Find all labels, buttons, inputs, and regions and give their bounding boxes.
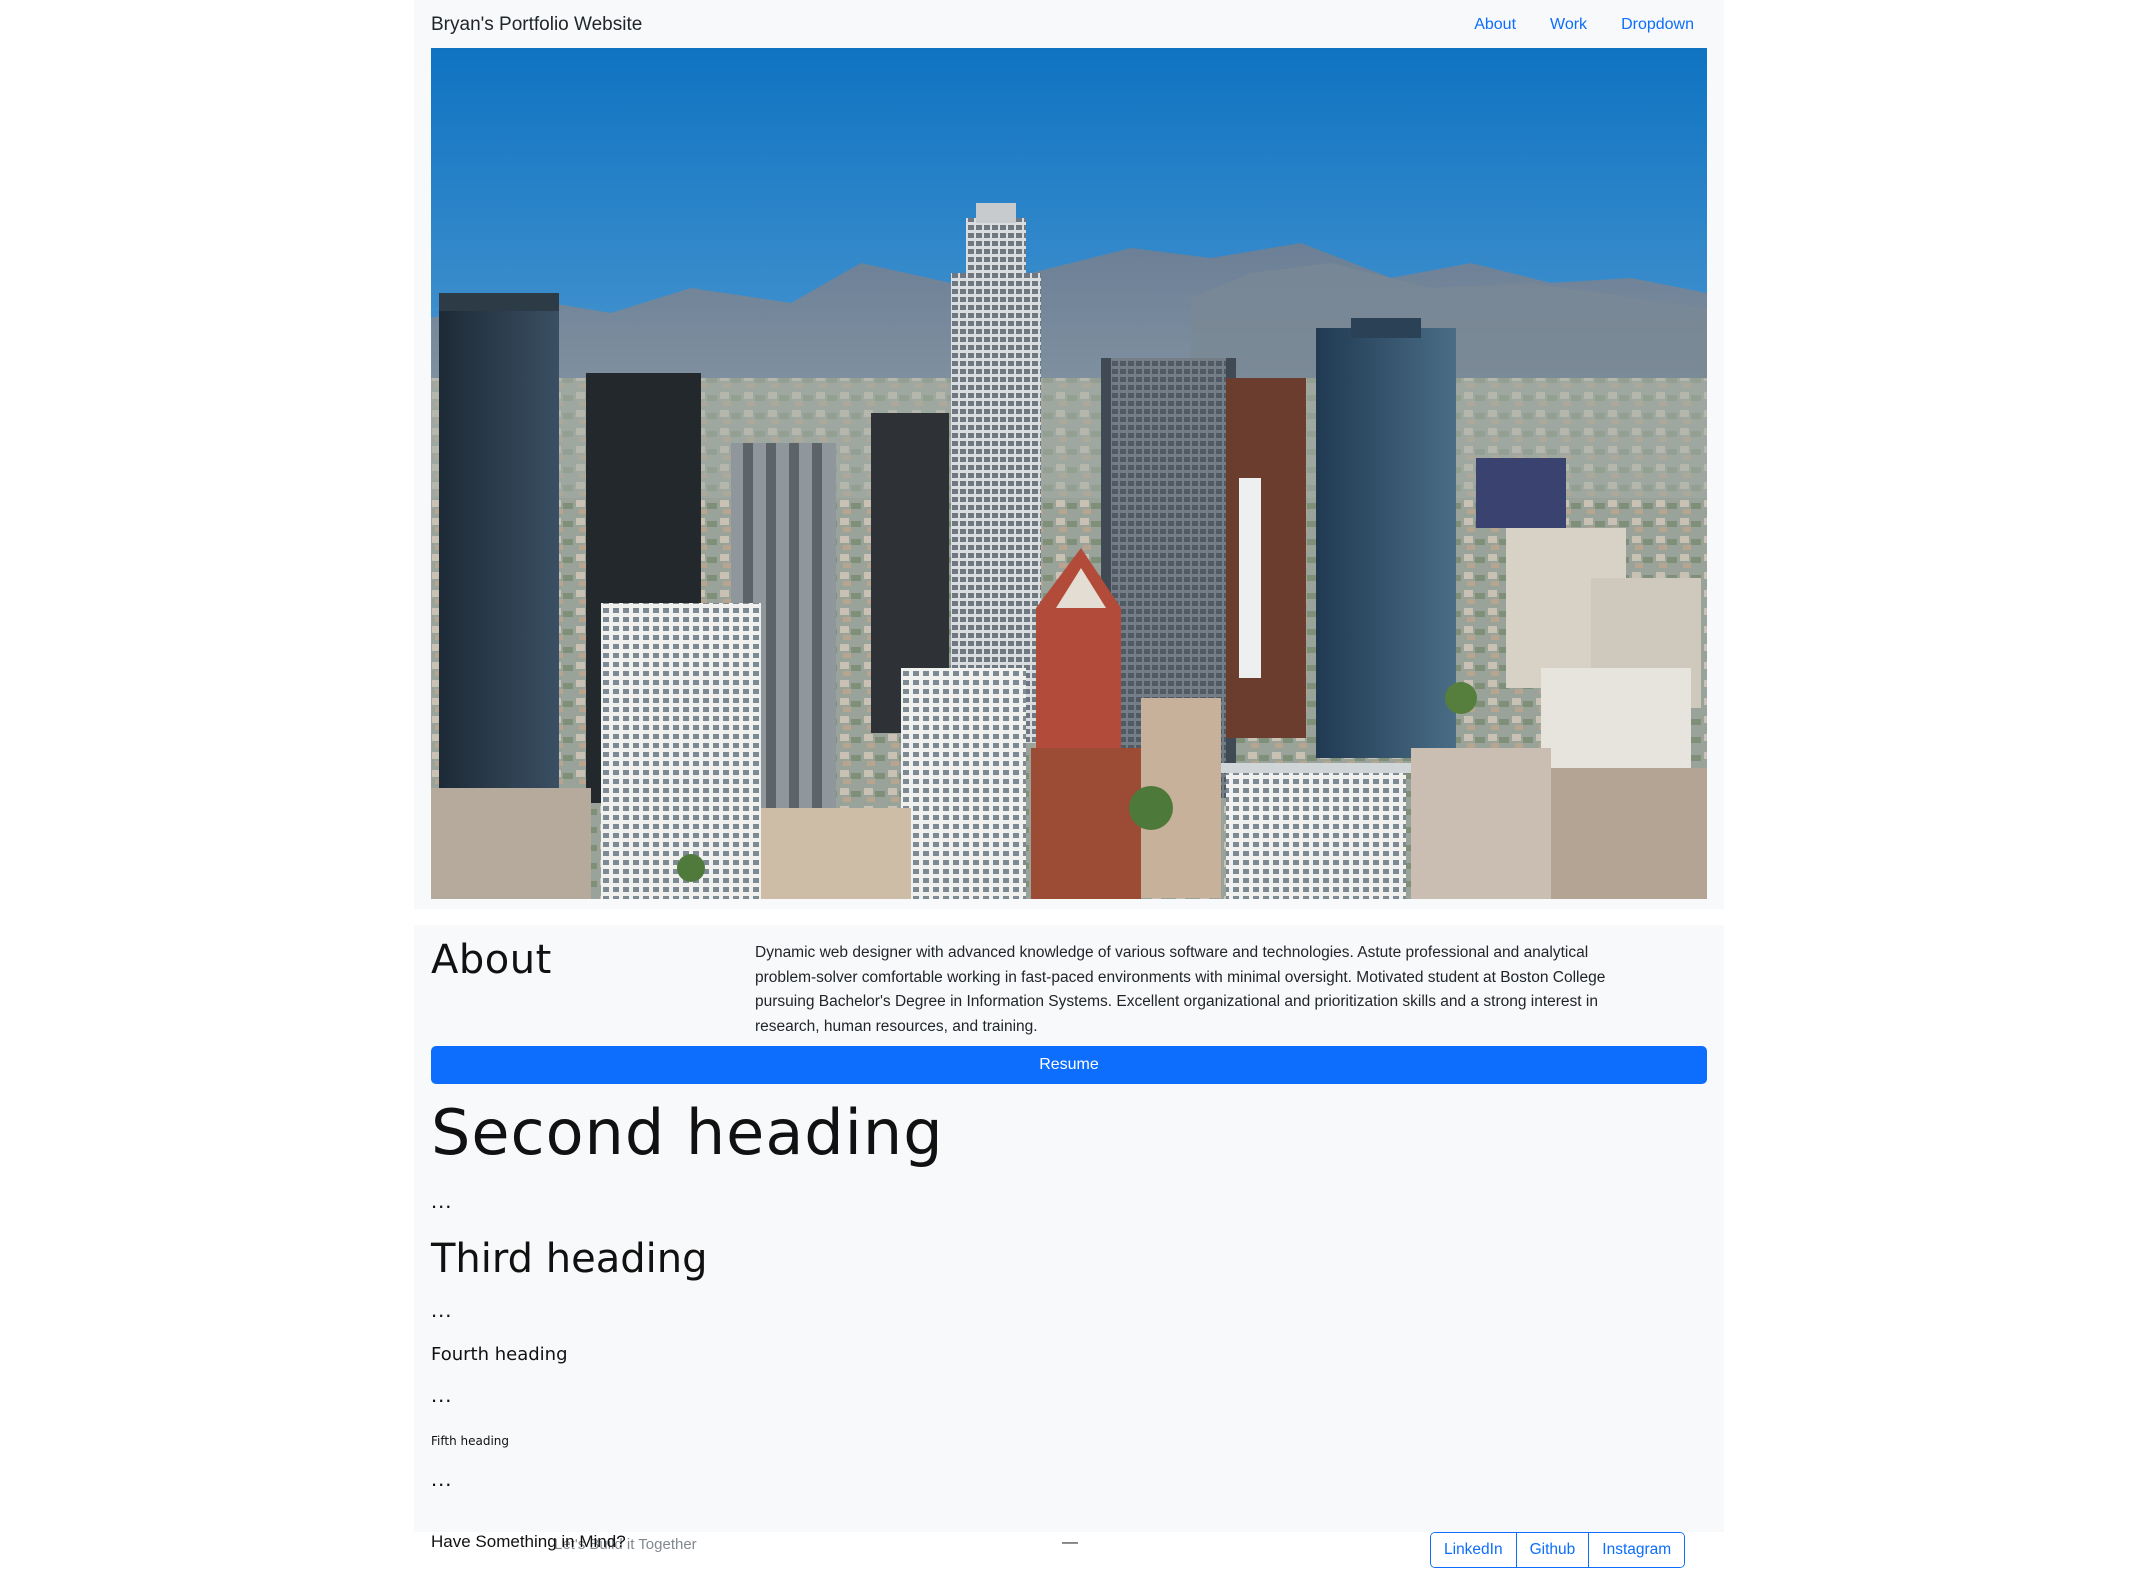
- social-links-group: LinkedIn Github Instagram: [1430, 1532, 1686, 1568]
- footer-divider: —: [1062, 1534, 1078, 1551]
- third-heading: Third heading: [431, 1236, 708, 1282]
- ellipsis-text: ...: [431, 1382, 453, 1407]
- city-skyline-image: [431, 48, 1707, 899]
- nav-link-work[interactable]: Work: [1550, 16, 1587, 34]
- ellipsis-text: ...: [431, 1297, 453, 1322]
- fourth-heading: Fourth heading: [431, 1344, 568, 1365]
- resume-button[interactable]: Resume: [431, 1046, 1707, 1084]
- ellipsis-text: ...: [431, 1466, 453, 1491]
- about-section: About Dynamic web designer with advanced…: [414, 925, 1724, 1532]
- fifth-heading: Fifth heading: [431, 1434, 510, 1448]
- about-title: About: [431, 937, 552, 983]
- hero-image: [431, 48, 1707, 899]
- linkedin-button[interactable]: LinkedIn: [1431, 1533, 1517, 1567]
- navbar: Bryan's Portfolio Website About Work Dro…: [414, 0, 1724, 909]
- nav-link-dropdown[interactable]: Dropdown: [1621, 16, 1694, 34]
- site-brand[interactable]: Bryan's Portfolio Website: [431, 14, 642, 36]
- footer: Let's Build it Together Have Something i…: [414, 1532, 1724, 1572]
- nav-link-about[interactable]: About: [1474, 16, 1516, 34]
- github-button[interactable]: Github: [1516, 1533, 1590, 1567]
- ellipsis-text: ...: [431, 1188, 453, 1213]
- second-heading: Second heading: [431, 1096, 944, 1169]
- nav-links: About Work Dropdown: [1440, 16, 1694, 34]
- footer-title: Have Something in Mind?: [431, 1532, 626, 1551]
- about-description: Dynamic web designer with advanced knowl…: [755, 944, 1606, 1035]
- instagram-button[interactable]: Instagram: [1589, 1533, 1685, 1567]
